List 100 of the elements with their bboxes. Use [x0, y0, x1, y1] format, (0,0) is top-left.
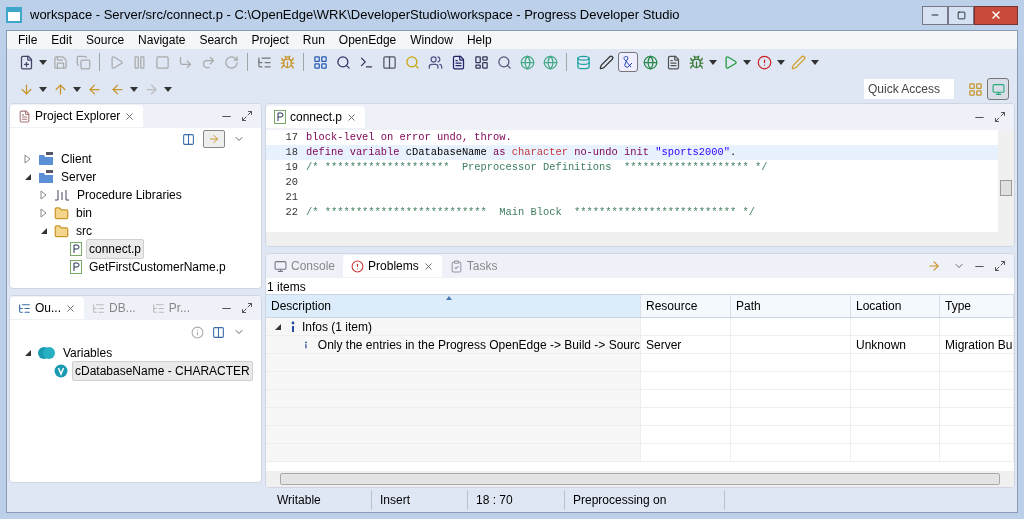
close-icon[interactable] — [346, 111, 358, 123]
web-pages-icon — [542, 54, 558, 70]
close-icon[interactable] — [124, 110, 136, 122]
tree-item[interactable]: bin — [73, 203, 95, 223]
column-header[interactable]: Type — [940, 295, 1014, 317]
lookup-icon — [496, 54, 512, 70]
procedure-file-icon — [70, 260, 82, 274]
collapse-all-icon[interactable] — [182, 132, 195, 146]
tasks-icon — [449, 259, 463, 273]
tree-item[interactable]: Server — [58, 167, 100, 187]
horizontal-scrollbar[interactable] — [266, 232, 1014, 246]
tab-icon — [18, 301, 31, 315]
menu-item[interactable]: File — [11, 31, 45, 49]
maximize-icon[interactable] — [241, 110, 253, 122]
close-icon[interactable] — [65, 302, 76, 314]
folder-icon — [54, 223, 69, 239]
line-number: 20 — [284, 174, 299, 190]
stop-icon — [154, 54, 170, 70]
table-cell: Unknown — [856, 336, 907, 353]
minimize-window-button[interactable] — [922, 5, 948, 25]
status-text: Insert — [380, 492, 410, 509]
new-file-icon — [18, 54, 34, 70]
run-web-icon — [642, 54, 658, 70]
maximize-icon[interactable] — [241, 302, 253, 314]
window-title: workspace - Server/src/connect.p - C:\OpenEdge\WRK\DeveloperStudio\workspace - Progress Developer Studio — [30, 6, 681, 25]
menu-item[interactable]: Source — [79, 31, 132, 49]
column-header[interactable]: Location — [851, 295, 940, 317]
collapse-all-icon[interactable] — [212, 325, 225, 339]
status-text: Preprocessing on — [573, 492, 667, 509]
group-label: Infos (1 item) — [302, 318, 373, 336]
maximize-window-button[interactable] — [948, 5, 974, 25]
info-icon — [290, 320, 296, 333]
menu-item[interactable]: Run — [295, 31, 332, 49]
caret-icon — [39, 59, 47, 65]
close-window-button[interactable] — [974, 5, 1018, 25]
procedure-file-icon — [70, 242, 82, 256]
save-all-icon — [75, 54, 91, 70]
menu-item[interactable]: Help — [459, 31, 499, 49]
vertical-scrollbar[interactable] — [998, 130, 1014, 232]
status-text: Writable — [277, 492, 321, 509]
code-line: block-level on error undo, throw. — [306, 129, 512, 145]
menu-item[interactable]: Window — [403, 31, 460, 49]
line-number: 17 — [284, 129, 299, 145]
users-icon — [427, 54, 443, 70]
save-icon — [52, 54, 68, 70]
variable-icon — [54, 364, 68, 378]
folder-icon — [54, 205, 69, 221]
tree-item[interactable]: Client — [58, 149, 95, 169]
menu-item[interactable]: OpenEdge — [331, 31, 404, 49]
menu-item[interactable]: Search — [192, 31, 245, 49]
procedure-file-icon — [274, 110, 286, 124]
caret-icon — [164, 86, 172, 92]
step-return-icon — [223, 54, 239, 70]
back-icon — [109, 81, 125, 97]
menu-item[interactable]: Navigate — [131, 31, 193, 49]
menu-item[interactable]: Project — [244, 31, 296, 49]
code-line: /* ******************** Preprocessor Definitions ******************** */ — [306, 159, 768, 175]
view-tab[interactable]: Project Explorer — [10, 105, 144, 127]
tree-item[interactable]: Variables — [60, 343, 116, 363]
forward-icon — [143, 81, 159, 97]
resume-icon — [108, 54, 124, 70]
quick-access-field[interactable]: Quick Access — [864, 79, 954, 99]
view-tab[interactable]: Ou... — [10, 297, 84, 319]
maximize-icon — [956, 10, 966, 20]
maximize-icon[interactable] — [994, 260, 1006, 272]
database-icon — [575, 54, 591, 70]
layout-icon — [381, 54, 397, 70]
tree-item[interactable]: cDatabaseName - CHARACTER — [72, 361, 253, 381]
table-cell: Only the entries in the Progress OpenEdge -> Build -> Sourc — [317, 336, 640, 353]
tree-item[interactable]: connect.p — [86, 239, 145, 259]
perspective-button[interactable] — [987, 78, 1009, 100]
caret-icon — [73, 86, 81, 92]
maximize-icon[interactable] — [994, 111, 1006, 123]
tree-item[interactable]: Procedure Libraries — [74, 185, 185, 205]
project-folder-icon — [38, 152, 54, 166]
step-into-icon — [177, 54, 193, 70]
close-icon[interactable] — [422, 260, 434, 272]
status-text: 18 : 70 — [476, 492, 513, 509]
grid-icon — [312, 54, 328, 70]
view-tab[interactable]: Problems — [343, 255, 442, 277]
window-icon — [473, 54, 489, 70]
tab-icon — [151, 301, 165, 315]
view-tab[interactable]: connect.p — [266, 106, 366, 128]
variables-icon — [38, 346, 56, 360]
horizontal-scrollbar[interactable] — [266, 471, 1014, 487]
column-header[interactable]: Resource — [641, 295, 731, 317]
caret-icon — [811, 59, 819, 65]
tree-item[interactable]: src — [73, 221, 95, 241]
code-line: define variable cDatabaseName as character no-undo init "sports2000". — [306, 144, 737, 160]
ampersand-toggle-button[interactable] — [618, 52, 638, 72]
caret-icon — [130, 86, 138, 92]
tree-item[interactable]: GetFirstCustomerName.p — [86, 257, 229, 277]
find-icon — [404, 54, 420, 70]
link-editor-button[interactable] — [203, 130, 225, 148]
column-header[interactable]: Path — [731, 295, 851, 317]
close-icon — [990, 9, 1002, 21]
column-header[interactable]: Description — [266, 295, 641, 317]
web-icon — [519, 54, 535, 70]
line-number: 18 — [284, 144, 299, 160]
menu-item[interactable]: Edit — [44, 31, 80, 49]
